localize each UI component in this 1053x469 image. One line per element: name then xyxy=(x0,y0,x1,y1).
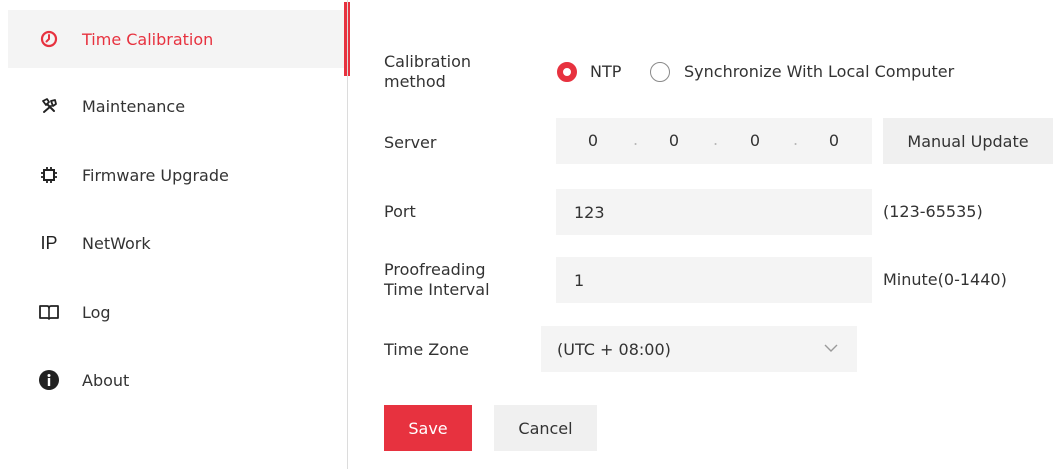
sidebar-item-log[interactable]: Log xyxy=(8,283,347,341)
sidebar-item-about[interactable]: About xyxy=(8,351,347,409)
ntp-radio[interactable] xyxy=(557,62,577,82)
interval-range-hint: Minute(0-1440) xyxy=(883,270,1007,289)
sidebar-item-label: NetWork xyxy=(82,233,151,253)
sync-local-radio-label[interactable]: Synchronize With Local Computer xyxy=(684,62,954,81)
calibration-method-label: Calibration method xyxy=(384,52,472,91)
sidebar-item-time-calibration[interactable]: Time Calibration xyxy=(8,2,350,76)
manual-update-button[interactable]: Manual Update xyxy=(883,118,1053,164)
port-input[interactable]: 123 xyxy=(556,189,872,235)
ip-separator: . xyxy=(793,130,799,149)
sidebar-item-network[interactable]: IP NetWork xyxy=(8,214,347,272)
book-icon xyxy=(38,301,60,323)
time-zone-select[interactable]: (UTC + 08:00) xyxy=(541,326,857,372)
ip-segment-4[interactable]: 0 xyxy=(819,131,849,150)
ip-separator: . xyxy=(633,130,639,149)
sidebar-item-label: Firmware Upgrade xyxy=(82,165,229,185)
sidebar-item-label: About xyxy=(82,370,130,390)
interval-label: Proofreading Time Interval xyxy=(384,260,490,299)
info-icon xyxy=(38,369,60,391)
time-zone-label: Time Zone xyxy=(384,340,469,359)
port-label: Port xyxy=(384,202,416,221)
interval-input[interactable]: 1 xyxy=(556,257,872,303)
ip-segment-1[interactable]: 0 xyxy=(578,131,608,150)
ip-segment-3[interactable]: 0 xyxy=(740,131,770,150)
sidebar-item-label: Time Calibration xyxy=(82,29,214,49)
save-button[interactable]: Save xyxy=(384,405,472,451)
ntp-radio-label[interactable]: NTP xyxy=(590,62,621,81)
sidebar-item-label: Log xyxy=(82,302,111,322)
cancel-button[interactable]: Cancel xyxy=(494,405,597,451)
chevron-down-icon xyxy=(823,340,839,356)
chip-icon xyxy=(38,164,60,186)
sidebar-item-maintenance[interactable]: Maintenance xyxy=(8,77,347,135)
port-range-hint: (123-65535) xyxy=(883,202,983,221)
sidebar-item-firmware-upgrade[interactable]: Firmware Upgrade xyxy=(8,146,347,204)
ip-separator: . xyxy=(713,130,719,149)
ip-icon: IP xyxy=(40,232,58,253)
sidebar-item-label: Maintenance xyxy=(82,96,186,116)
server-label: Server xyxy=(384,133,437,152)
sidebar-nav: Time Calibration Maintenance Firmware Up… xyxy=(0,0,350,469)
sync-local-radio[interactable] xyxy=(650,62,670,82)
wrench-icon xyxy=(38,95,60,117)
time-zone-value: (UTC + 08:00) xyxy=(557,339,671,359)
ip-segment-2[interactable]: 0 xyxy=(659,131,689,150)
clock-icon xyxy=(38,28,60,50)
sidebar-divider xyxy=(347,0,348,469)
server-ip-input[interactable]: 0 . 0 . 0 . 0 xyxy=(556,118,872,164)
